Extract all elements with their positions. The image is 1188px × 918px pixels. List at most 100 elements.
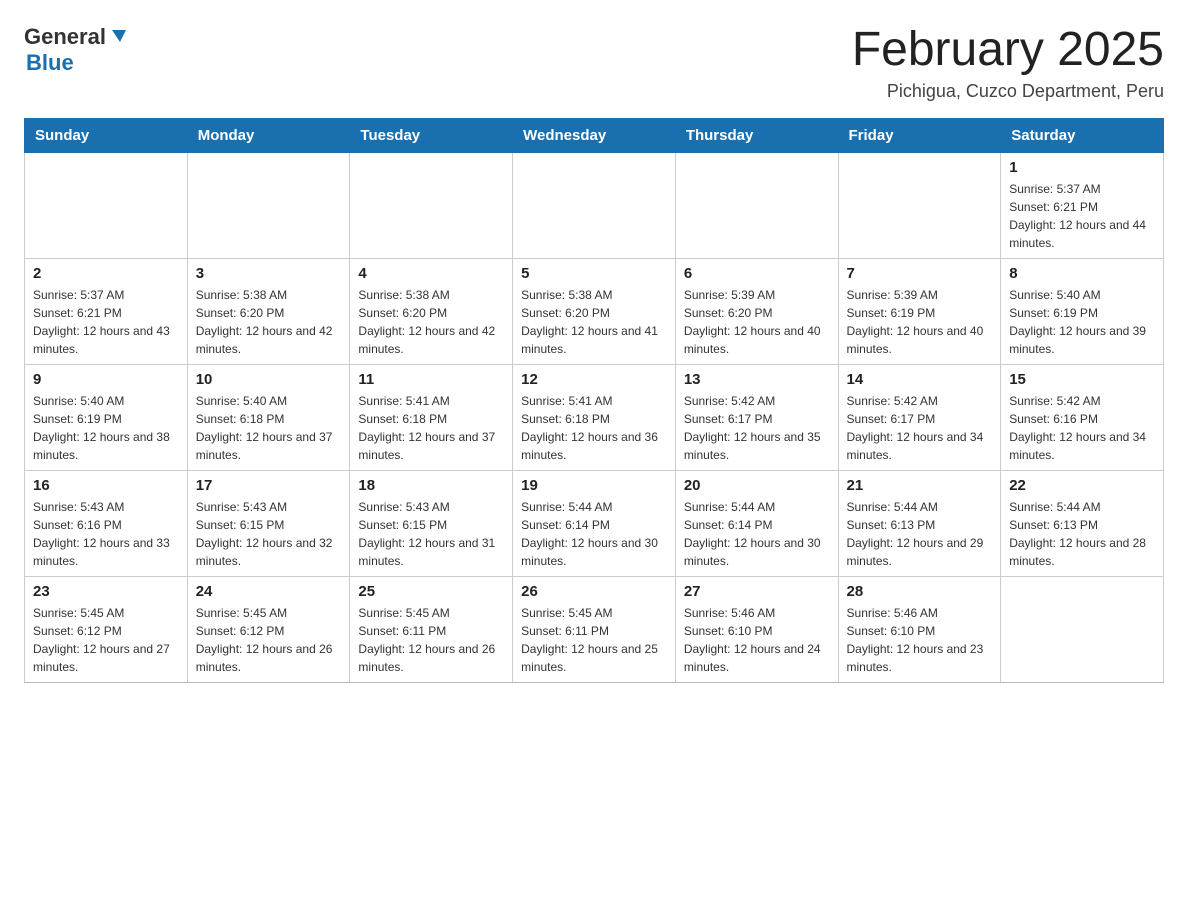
day-info: Sunrise: 5:41 AM Sunset: 6:18 PM Dayligh… <box>521 392 667 464</box>
logo-general-text: General <box>24 24 106 50</box>
day-number: 9 <box>33 371 179 388</box>
weekday-header-thursday: Thursday <box>675 118 838 152</box>
calendar-cell: 14 Sunrise: 5:42 AM Sunset: 6:17 PM Dayli… <box>838 364 1001 470</box>
calendar-cell <box>350 152 513 258</box>
day-number: 17 <box>196 477 342 494</box>
calendar-cell: 28 Sunrise: 5:46 AM Sunset: 6:10 PM Dayli… <box>838 576 1001 682</box>
calendar-week-row: 9 Sunrise: 5:40 AM Sunset: 6:19 PM Daylig… <box>25 364 1164 470</box>
calendar-cell: 3 Sunrise: 5:38 AM Sunset: 6:20 PM Daylig… <box>187 258 350 364</box>
calendar-cell: 15 Sunrise: 5:42 AM Sunset: 6:16 PM Dayli… <box>1001 364 1164 470</box>
calendar-cell: 24Sunrise: 5:45 AM Sunset: 6:12 PM Dayli… <box>187 576 350 682</box>
day-number: 4 <box>358 265 504 282</box>
day-info: Sunrise: 5:42 AM Sunset: 6:17 PM Dayligh… <box>684 392 830 464</box>
calendar-cell <box>187 152 350 258</box>
calendar-cell: 9 Sunrise: 5:40 AM Sunset: 6:19 PM Daylig… <box>25 364 188 470</box>
calendar-cell: 17 Sunrise: 5:43 AM Sunset: 6:15 PM Dayli… <box>187 470 350 576</box>
day-number: 10 <box>196 371 342 388</box>
day-info: Sunrise: 5:39 AM Sunset: 6:19 PM Dayligh… <box>847 286 993 358</box>
calendar-cell: 22 Sunrise: 5:44 AM Sunset: 6:13 PM Dayli… <box>1001 470 1164 576</box>
calendar-cell: 5Sunrise: 5:38 AM Sunset: 6:20 PM Daylig… <box>513 258 676 364</box>
calendar-cell: 6 Sunrise: 5:39 AM Sunset: 6:20 PM Daylig… <box>675 258 838 364</box>
day-number: 28 <box>847 583 993 600</box>
weekday-header-sunday: Sunday <box>25 118 188 152</box>
day-info: Sunrise: 5:45 AM Sunset: 6:12 PM Dayligh… <box>33 604 179 676</box>
day-number: 26 <box>521 583 667 600</box>
calendar-cell <box>513 152 676 258</box>
calendar-cell: 25 Sunrise: 5:45 AM Sunset: 6:11 PM Dayli… <box>350 576 513 682</box>
day-info: Sunrise: 5:45 AM Sunset: 6:11 PM Dayligh… <box>521 604 667 676</box>
day-number: 24 <box>196 583 342 600</box>
calendar-cell: 10 Sunrise: 5:40 AM Sunset: 6:18 PM Dayli… <box>187 364 350 470</box>
day-number: 22 <box>1009 477 1155 494</box>
weekday-header-row: SundayMondayTuesdayWednesdayThursdayFrid… <box>25 118 1164 152</box>
weekday-header-tuesday: Tuesday <box>350 118 513 152</box>
day-info: Sunrise: 5:44 AM Sunset: 6:13 PM Dayligh… <box>847 498 993 570</box>
page-header: General Blue February 2025 Pichigua, Cuz… <box>24 24 1164 102</box>
day-number: 6 <box>684 265 830 282</box>
day-number: 14 <box>847 371 993 388</box>
calendar-week-row: 16 Sunrise: 5:43 AM Sunset: 6:16 PM Dayli… <box>25 470 1164 576</box>
day-number: 16 <box>33 477 179 494</box>
calendar-cell <box>1001 576 1164 682</box>
calendar-cell: 19Sunrise: 5:44 AM Sunset: 6:14 PM Dayli… <box>513 470 676 576</box>
day-number: 3 <box>196 265 342 282</box>
day-info: Sunrise: 5:40 AM Sunset: 6:19 PM Dayligh… <box>1009 286 1155 358</box>
day-info: Sunrise: 5:38 AM Sunset: 6:20 PM Dayligh… <box>521 286 667 358</box>
day-info: Sunrise: 5:44 AM Sunset: 6:14 PM Dayligh… <box>684 498 830 570</box>
calendar-title: February 2025 <box>852 24 1164 77</box>
day-info: Sunrise: 5:40 AM Sunset: 6:19 PM Dayligh… <box>33 392 179 464</box>
calendar-cell: 27 Sunrise: 5:46 AM Sunset: 6:10 PM Dayli… <box>675 576 838 682</box>
day-number: 15 <box>1009 371 1155 388</box>
day-info: Sunrise: 5:38 AM Sunset: 6:20 PM Dayligh… <box>196 286 342 358</box>
day-number: 18 <box>358 477 504 494</box>
logo: General Blue <box>24 24 130 76</box>
day-number: 8 <box>1009 265 1155 282</box>
calendar-cell: 1 Sunrise: 5:37 AM Sunset: 6:21 PM Daylig… <box>1001 152 1164 258</box>
weekday-header-monday: Monday <box>187 118 350 152</box>
day-number: 21 <box>847 477 993 494</box>
day-info: Sunrise: 5:37 AM Sunset: 6:21 PM Dayligh… <box>1009 180 1155 252</box>
weekday-header-wednesday: Wednesday <box>513 118 676 152</box>
day-info: Sunrise: 5:41 AM Sunset: 6:18 PM Dayligh… <box>358 392 504 464</box>
calendar-cell: 4Sunrise: 5:38 AM Sunset: 6:20 PM Daylig… <box>350 258 513 364</box>
day-info: Sunrise: 5:44 AM Sunset: 6:14 PM Dayligh… <box>521 498 667 570</box>
calendar-cell: 13 Sunrise: 5:42 AM Sunset: 6:17 PM Dayli… <box>675 364 838 470</box>
day-number: 25 <box>358 583 504 600</box>
calendar-week-row: 2Sunrise: 5:37 AM Sunset: 6:21 PM Daylig… <box>25 258 1164 364</box>
day-info: Sunrise: 5:42 AM Sunset: 6:16 PM Dayligh… <box>1009 392 1155 464</box>
day-number: 2 <box>33 265 179 282</box>
day-number: 1 <box>1009 159 1155 176</box>
day-number: 11 <box>358 371 504 388</box>
calendar-cell: 16 Sunrise: 5:43 AM Sunset: 6:16 PM Dayli… <box>25 470 188 576</box>
calendar-cell: 8 Sunrise: 5:40 AM Sunset: 6:19 PM Daylig… <box>1001 258 1164 364</box>
day-info: Sunrise: 5:43 AM Sunset: 6:15 PM Dayligh… <box>196 498 342 570</box>
calendar-week-row: 1 Sunrise: 5:37 AM Sunset: 6:21 PM Daylig… <box>25 152 1164 258</box>
calendar-cell: 11 Sunrise: 5:41 AM Sunset: 6:18 PM Dayli… <box>350 364 513 470</box>
calendar-cell <box>25 152 188 258</box>
day-info: Sunrise: 5:46 AM Sunset: 6:10 PM Dayligh… <box>684 604 830 676</box>
logo-flag-icon <box>108 26 130 48</box>
location-subtitle: Pichigua, Cuzco Department, Peru <box>852 81 1164 102</box>
day-info: Sunrise: 5:45 AM Sunset: 6:11 PM Dayligh… <box>358 604 504 676</box>
logo-blue-text: Blue <box>26 50 74 76</box>
day-number: 27 <box>684 583 830 600</box>
day-info: Sunrise: 5:44 AM Sunset: 6:13 PM Dayligh… <box>1009 498 1155 570</box>
calendar-cell: 7Sunrise: 5:39 AM Sunset: 6:19 PM Daylig… <box>838 258 1001 364</box>
weekday-header-friday: Friday <box>838 118 1001 152</box>
day-info: Sunrise: 5:43 AM Sunset: 6:16 PM Dayligh… <box>33 498 179 570</box>
day-number: 13 <box>684 371 830 388</box>
day-number: 23 <box>33 583 179 600</box>
day-number: 12 <box>521 371 667 388</box>
day-info: Sunrise: 5:46 AM Sunset: 6:10 PM Dayligh… <box>847 604 993 676</box>
day-info: Sunrise: 5:42 AM Sunset: 6:17 PM Dayligh… <box>847 392 993 464</box>
calendar-cell: 18Sunrise: 5:43 AM Sunset: 6:15 PM Dayli… <box>350 470 513 576</box>
calendar-cell: 26 Sunrise: 5:45 AM Sunset: 6:11 PM Dayli… <box>513 576 676 682</box>
weekday-header-saturday: Saturday <box>1001 118 1164 152</box>
calendar-cell: 12 Sunrise: 5:41 AM Sunset: 6:18 PM Dayli… <box>513 364 676 470</box>
day-info: Sunrise: 5:39 AM Sunset: 6:20 PM Dayligh… <box>684 286 830 358</box>
title-area: February 2025 Pichigua, Cuzco Department… <box>852 24 1164 102</box>
day-info: Sunrise: 5:40 AM Sunset: 6:18 PM Dayligh… <box>196 392 342 464</box>
calendar-cell <box>675 152 838 258</box>
calendar-table: SundayMondayTuesdayWednesdayThursdayFrid… <box>24 118 1164 683</box>
calendar-week-row: 23 Sunrise: 5:45 AM Sunset: 6:12 PM Dayli… <box>25 576 1164 682</box>
